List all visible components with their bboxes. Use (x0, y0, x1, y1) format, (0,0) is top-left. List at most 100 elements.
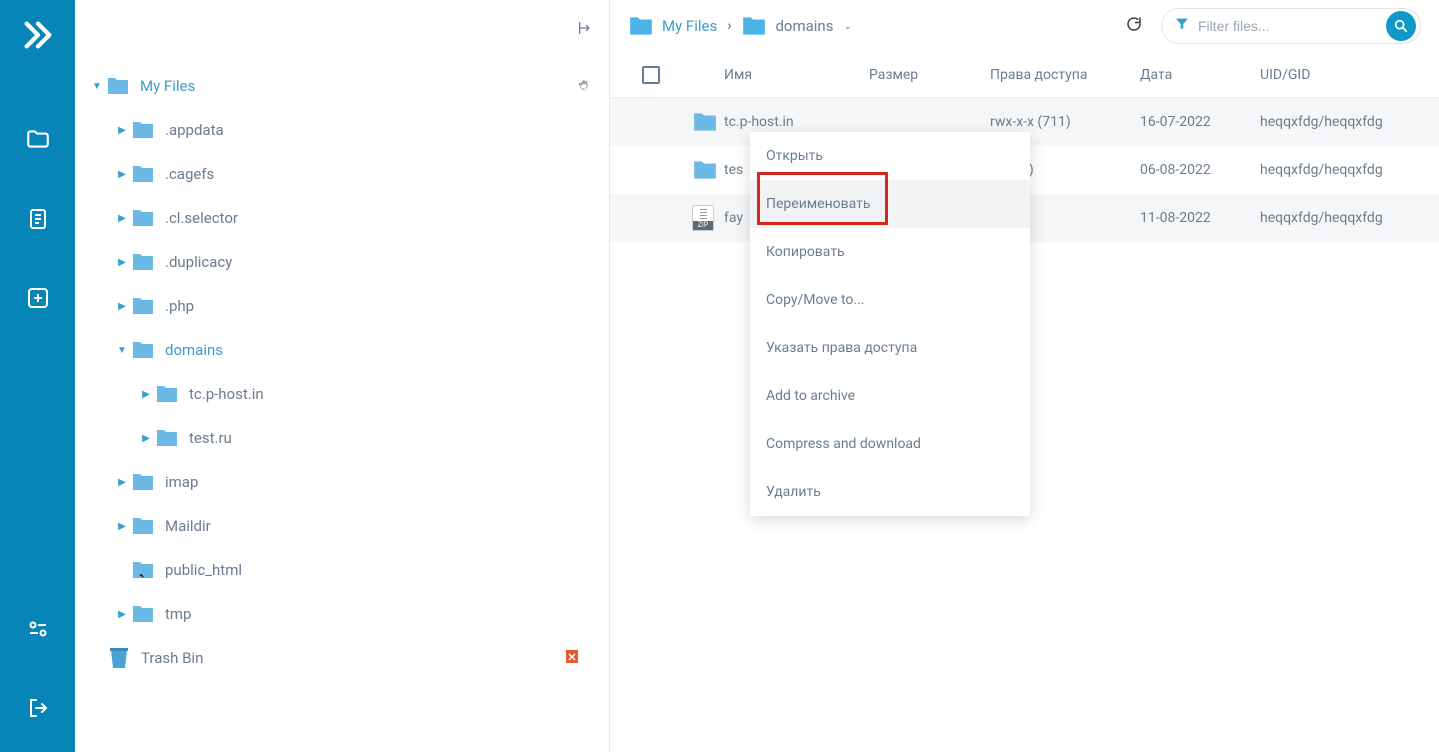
folder-icon (131, 296, 155, 316)
breadcrumb-current[interactable]: domains ⌄ (741, 15, 851, 37)
refresh-button[interactable] (1125, 15, 1143, 37)
sidebar: ▼ My Files ▶ .appdata ▶ .cagefs ▶ .cl.se… (75, 0, 610, 752)
menu-item-open[interactable]: Открыть (750, 132, 1030, 180)
cell-uid: heqqxfdg/heqqxfdg (1260, 162, 1421, 178)
tree-folder-tmp[interactable]: ▶ tmp (85, 592, 599, 636)
tree-label: tmp (165, 605, 191, 623)
breadcrumb-label: domains (775, 17, 833, 35)
tree-folder-appdata[interactable]: ▶ .appdata (85, 108, 599, 152)
tree-trash[interactable]: Trash Bin (85, 636, 599, 680)
tree-folder-clselector[interactable]: ▶ .cl.selector (85, 196, 599, 240)
tree-folder-tcphost[interactable]: ▶ tc.p-host.in (85, 372, 599, 416)
chevron-down-icon: ⌄ (843, 21, 851, 32)
column-header-perm[interactable]: Права доступа (990, 67, 1140, 83)
tree-label: public_html (165, 561, 242, 579)
tree-folder-cagefs[interactable]: ▶ .cagefs (85, 152, 599, 196)
breadcrumb-separator: › (727, 18, 731, 34)
column-header-uid[interactable]: UID/GID (1260, 67, 1421, 83)
tree-label: My Files (140, 77, 195, 95)
menu-item-delete[interactable]: Удалить (750, 468, 1030, 516)
folder-icon (155, 428, 179, 448)
cell-perm: rwx-x-x (711) (990, 114, 1140, 130)
nav-document-icon[interactable] (26, 207, 50, 231)
nav-settings-icon[interactable] (26, 617, 50, 641)
cell-uid: heqqxfdg/heqqxfdg (1260, 210, 1421, 226)
cell-date: 11-08-2022 (1140, 210, 1260, 226)
folder-icon (131, 604, 155, 624)
menu-item-rename[interactable]: Переименовать (750, 180, 1030, 228)
chevron-right-icon: ▶ (113, 257, 131, 268)
tree-label: .cl.selector (165, 209, 238, 227)
tree-label: Maildir (165, 517, 211, 535)
column-header-size[interactable]: Размер (869, 67, 990, 83)
trash-icon (107, 648, 131, 668)
folder-icon (106, 76, 130, 96)
folder-icon (131, 120, 155, 140)
breadcrumb: My Files › domains ⌄ (628, 15, 1125, 37)
chevron-right-icon: ▶ (137, 433, 155, 444)
tree-label: domains (165, 341, 223, 359)
zip-file-icon (692, 205, 714, 231)
nav-add-icon[interactable] (26, 286, 50, 310)
filter-icon (1174, 16, 1190, 36)
folder-icon (131, 164, 155, 184)
tree-folder-maildir[interactable]: ▶ Maildir (85, 504, 599, 548)
empty-trash-icon[interactable] (565, 648, 579, 668)
cell-uid: heqqxfdg/heqqxfdg (1260, 114, 1421, 130)
breadcrumb-label: My Files (662, 17, 717, 35)
tree-label: .appdata (165, 121, 224, 139)
chevron-down-icon: ▼ (88, 81, 106, 92)
menu-item-archive[interactable]: Add to archive (750, 372, 1030, 420)
nav-files-icon[interactable] (25, 126, 51, 152)
tree-folder-publichtml[interactable]: ▶ public_html (85, 548, 599, 592)
cell-name: tc.p-host.in (724, 114, 869, 130)
column-header-name[interactable]: Имя (724, 67, 869, 83)
folder-icon (155, 384, 179, 404)
chevron-right-icon: ▶ (113, 609, 131, 620)
tree-label: imap (165, 473, 198, 491)
menu-item-permissions[interactable]: Указать права доступа (750, 324, 1030, 372)
folder-icon (131, 208, 155, 228)
folder-icon (131, 340, 155, 360)
app-logo[interactable] (21, 18, 55, 56)
folder-icon (692, 111, 718, 133)
chevron-right-icon: ▶ (113, 521, 131, 532)
column-header-date[interactable]: Дата (1140, 67, 1260, 83)
folder-icon (131, 472, 155, 492)
nav-logout-icon[interactable] (26, 696, 50, 720)
search-button[interactable] (1386, 11, 1416, 41)
chevron-right-icon: ▶ (113, 169, 131, 180)
breadcrumb-root[interactable]: My Files (628, 15, 717, 37)
chevron-right-icon: ▶ (113, 301, 131, 312)
menu-item-compress[interactable]: Compress and download (750, 420, 1030, 468)
tree-folder-domains[interactable]: ▼ domains (85, 328, 599, 372)
tree-label: test.ru (189, 429, 232, 447)
cell-date: 16-07-2022 (1140, 114, 1260, 130)
menu-item-copymove[interactable]: Copy/Move to... (750, 276, 1030, 324)
tree-folder-imap[interactable]: ▶ imap (85, 460, 599, 504)
select-all-checkbox[interactable] (642, 66, 660, 84)
folder-icon (692, 159, 718, 181)
chevron-right-icon: ▶ (113, 125, 131, 136)
tree-label: .php (165, 297, 194, 315)
chevron-right-icon: ▶ (113, 213, 131, 224)
chevron-down-icon: ▼ (113, 345, 131, 356)
chevron-right-icon: ▶ (137, 389, 155, 400)
menu-item-copy[interactable]: Копировать (750, 228, 1030, 276)
tree-label: Trash Bin (141, 649, 203, 667)
cell-date: 06-08-2022 (1140, 162, 1260, 178)
chevron-right-icon: ▶ (113, 477, 131, 488)
table-header: Имя Размер Права доступа Дата UID/GID (610, 52, 1439, 98)
tree-folder-duplicacy[interactable]: ▶ .duplicacy (85, 240, 599, 284)
toolbar: My Files › domains ⌄ (610, 0, 1439, 52)
collapse-sidebar-button[interactable] (577, 20, 593, 40)
tree-folder-testru[interactable]: ▶ test.ru (85, 416, 599, 460)
search-box (1161, 8, 1421, 44)
tree-label: .cagefs (165, 165, 214, 183)
tree-folder-php[interactable]: ▶ .php (85, 284, 599, 328)
tree-label: tc.p-host.in (189, 385, 264, 403)
nav-rail (0, 0, 75, 752)
search-input[interactable] (1198, 18, 1386, 34)
folder-shortcut-icon (131, 560, 155, 580)
tree-root-my-files[interactable]: ▼ My Files (85, 64, 599, 108)
